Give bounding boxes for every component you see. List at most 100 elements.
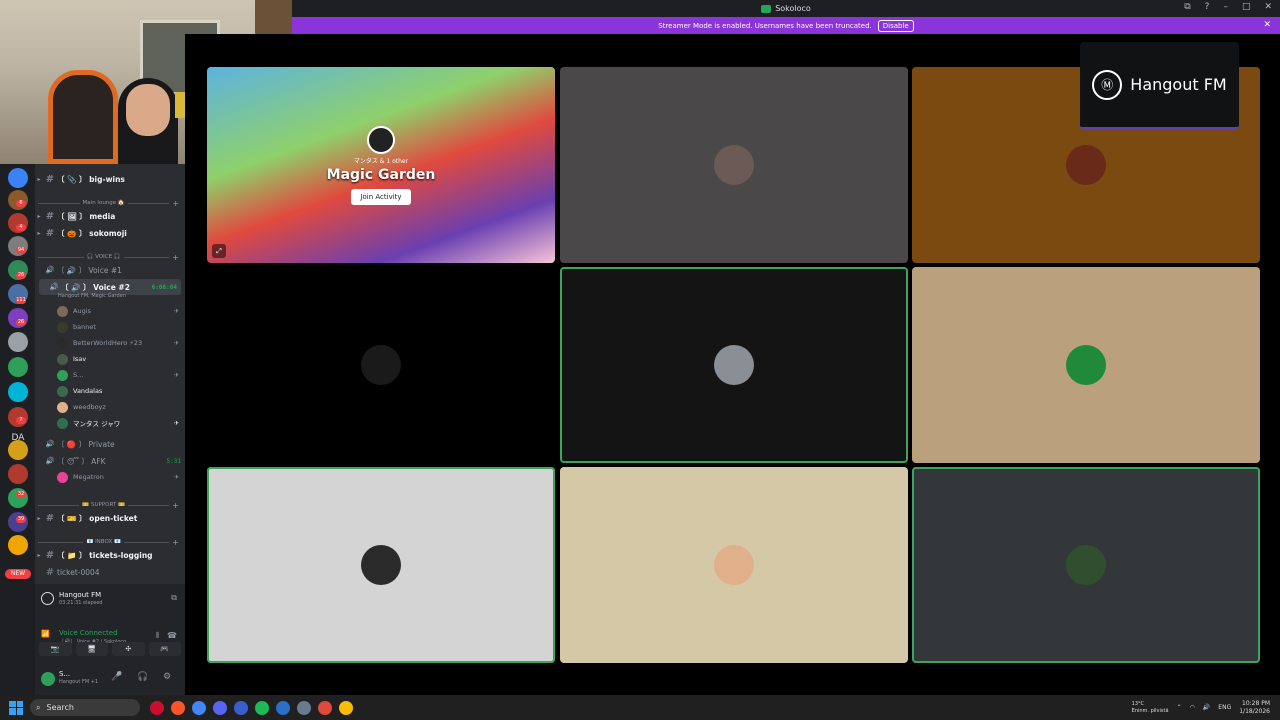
voice-user-name: bannet (73, 323, 96, 331)
participant-tile[interactable] (912, 267, 1260, 463)
search-label: Search (46, 703, 74, 712)
join-activity-button[interactable]: Join Activity (351, 188, 411, 205)
user-avatar (57, 401, 68, 413)
server-icon[interactable] (8, 168, 28, 188)
headphones-icon[interactable]: 🎧 (137, 672, 148, 682)
participant-tile[interactable] (560, 267, 908, 463)
hangout-fm-card[interactable]: Ⓜ Hangout FM (1080, 42, 1239, 130)
inbox-icon[interactable]: ⧉ (1184, 2, 1190, 12)
clock[interactable]: 10:28 PM 1/18/2026 (1239, 700, 1270, 716)
add-channel-icon[interactable]: + (172, 199, 179, 208)
voice-user[interactable]: BetterWorldHero ⚡23 ✈ (57, 336, 185, 350)
voice-channel[interactable]: 🔊 〔 🔴 〕 Private (35, 436, 185, 452)
disconnect-icon[interactable]: ☎ (167, 631, 177, 640)
signal-icon: 📶 (41, 630, 50, 638)
server-da-icon[interactable]: DA (8, 428, 28, 448)
hash-icon: # (45, 512, 55, 524)
voice-channel[interactable]: 🔊 〔 😴 〕 AFK 5:31 (35, 453, 185, 469)
maximize-icon[interactable]: □ (1242, 2, 1251, 12)
text-channel[interactable]: ▸ # 〔 🖼 〕 media (35, 208, 185, 224)
soundboard-button[interactable]: 🎮 (148, 642, 181, 656)
participant-tile[interactable] (207, 467, 555, 663)
voice-channel[interactable]: 🔊 〔 🔊 〕 Voice #1 (35, 262, 185, 278)
text-channel-label: 〔 🎫 〕 open-ticket (57, 513, 138, 523)
activity-tile-magic-garden[interactable]: マンタス & 1 other Magic Garden Join Activity ⤢ (207, 67, 555, 263)
voice-user[interactable]: Isav (57, 352, 185, 366)
weather-widget[interactable]: 13°C Eninm. pilvistä (1132, 701, 1169, 715)
activity-button[interactable]: ✣ (112, 642, 145, 656)
chrome-app-icon[interactable] (192, 700, 206, 715)
voice-status: Voice Connected (59, 629, 118, 637)
tray-chevron-icon[interactable]: ⌃ (1177, 704, 1182, 711)
chrome-alt-app-icon[interactable] (339, 700, 353, 715)
settings-app-icon[interactable] (297, 700, 311, 715)
camera-button[interactable]: 📷 (39, 642, 72, 656)
server-icon[interactable] (8, 357, 28, 377)
app-icon-9[interactable] (318, 700, 332, 715)
participant-tile[interactable] (912, 467, 1260, 663)
activity-title: Magic Garden (326, 166, 436, 183)
screenshare-button[interactable]: 🖥 (75, 642, 108, 656)
user-avatar (57, 385, 68, 397)
hash-icon: # (45, 173, 55, 185)
voice-activity-subtitle: Hangout FM, Magic Garden (58, 293, 126, 299)
add-channel-icon[interactable]: + (172, 253, 179, 262)
voice-user[interactable]: S... ✈ (57, 368, 185, 382)
server-icon[interactable] (8, 464, 28, 484)
text-channel[interactable]: ▸ # 〔 📎 〕 big-wins (35, 171, 185, 187)
close-icon[interactable]: ✕ (1264, 2, 1272, 12)
voice-user[interactable]: マンタス ジャワ ✈ (57, 416, 185, 430)
app-icon-5[interactable] (234, 700, 248, 715)
volume-icon[interactable]: 🔊 (1203, 704, 1210, 711)
voice-user[interactable]: bannet (57, 320, 185, 334)
app-icon-7[interactable] (276, 700, 290, 715)
channel-list: ▸ # 〔 📎 〕 big-wins Main lounge 🏠 + ▸ # 〔 🖼 〕 me… (35, 164, 185, 695)
spotify-app-icon[interactable] (255, 700, 269, 715)
participant-avatar (361, 345, 401, 385)
participant-tile[interactable] (207, 267, 555, 463)
voice-user-name: S... (73, 371, 84, 379)
help-icon[interactable]: ? (1205, 2, 1210, 12)
taskbar-search[interactable]: ⌕ Search (30, 699, 140, 716)
activity-popout-icon[interactable]: ⤢ (212, 244, 226, 258)
hash-icon: # (45, 566, 55, 578)
unread-badge: 32 (16, 491, 26, 498)
voice-user[interactable]: Megatron ✈ (57, 470, 185, 484)
noise-suppression-icon[interactable]: ⦀ (155, 631, 159, 641)
activity-info: マンタス & 1 other Magic Garden Join Activity (326, 125, 436, 205)
participant-tile[interactable] (560, 67, 908, 263)
popout-icon[interactable]: ⧉ (171, 593, 177, 603)
wifi-icon[interactable]: ◠ (1190, 704, 1195, 711)
add-channel-icon[interactable]: + (172, 538, 179, 547)
user-avatar[interactable] (41, 672, 55, 686)
banner-close-icon[interactable]: ✕ (1263, 20, 1271, 30)
server-icon[interactable] (8, 332, 28, 352)
start-menu-icon[interactable] (9, 700, 23, 715)
add-channel-icon[interactable]: + (172, 501, 179, 510)
server-icon[interactable] (8, 535, 28, 555)
participant-tile[interactable] (560, 467, 908, 663)
text-channel[interactable]: # ticket-0004 (35, 564, 185, 580)
settings-gear-icon[interactable]: ⚙ (163, 672, 171, 682)
voice-user[interactable]: Vandalas (57, 384, 185, 398)
opera-app-icon[interactable] (150, 700, 164, 715)
minimize-icon[interactable]: – (1223, 2, 1228, 12)
mic-icon[interactable]: 🎤 (111, 672, 122, 682)
text-channel[interactable]: ▸ # 〔 📁 〕 tickets-logging (35, 547, 185, 563)
voice-user[interactable]: weedboyz (57, 400, 185, 414)
user-avatar (57, 369, 68, 381)
hangout-fm-title: Hangout FM (59, 591, 102, 599)
windows-taskbar: ⌕ Search 13°C Eninm. pilvistä ⌃ ◠ 🔊 ENG (0, 695, 1280, 720)
hangout-fm-panel[interactable]: Hangout FM 03:21:31 elapsed ⧉ (35, 584, 185, 626)
activity-rocket-icon: ✈ (173, 371, 179, 379)
webcam-face (126, 84, 170, 136)
discord-app-icon[interactable] (213, 700, 227, 715)
server-icon[interactable] (8, 382, 28, 402)
disable-streamer-mode-button[interactable]: Disable (877, 19, 914, 32)
voice-user[interactable]: Augis ✈ (57, 304, 185, 318)
brave-app-icon[interactable] (171, 700, 185, 715)
text-channel[interactable]: ▸ # 〔 🎫 〕 open-ticket (35, 510, 185, 526)
voice-channel-label: 〔 🔊 〕 Voice #1 (57, 265, 122, 275)
language-indicator[interactable]: ENG (1218, 704, 1231, 711)
text-channel[interactable]: ▸ # 〔 🎃 〕 sokomoji (35, 225, 185, 241)
